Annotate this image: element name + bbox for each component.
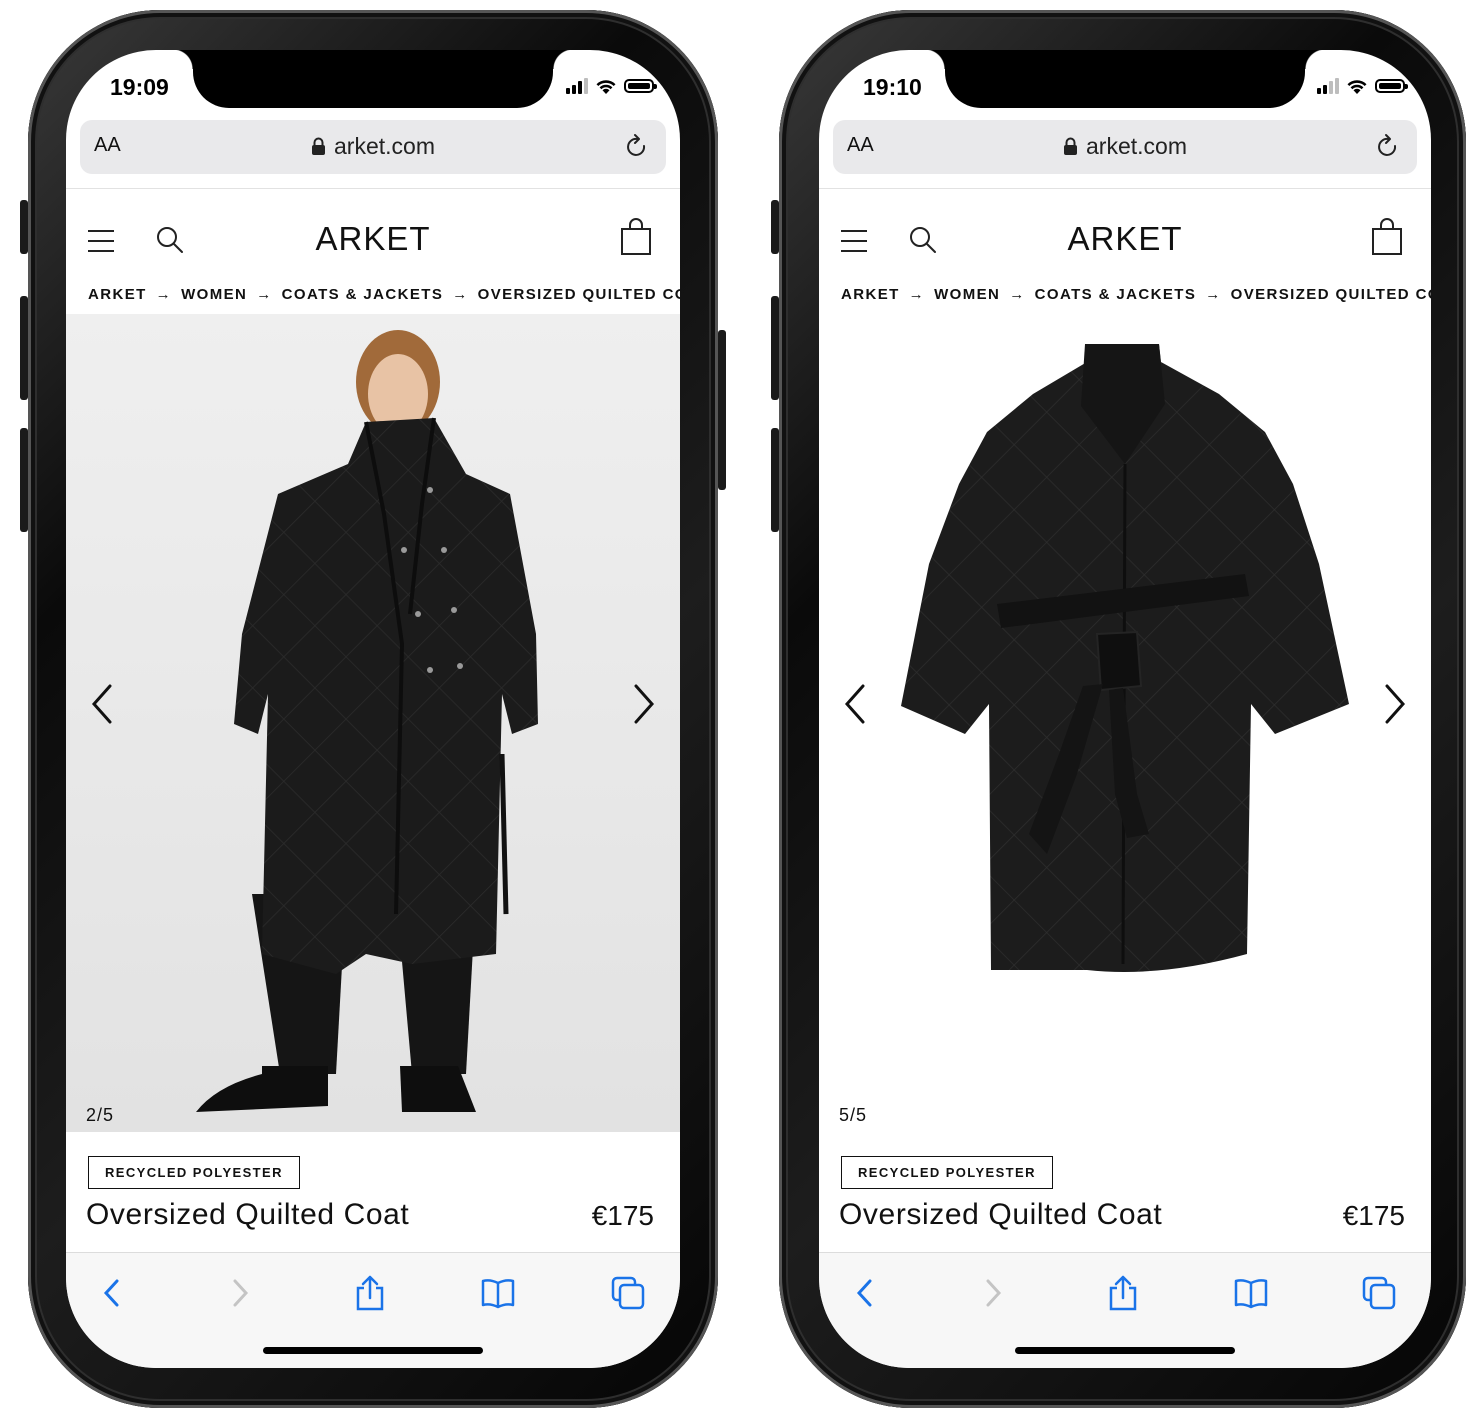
breadcrumb-separator: → (452, 286, 469, 303)
lock-icon (1064, 137, 1077, 155)
screen: 19:10 AA arket.com ARKET ARKET → WOMEN →… (819, 50, 1431, 1368)
product-image (66, 314, 680, 1132)
breadcrumb-separator: → (155, 286, 173, 303)
battery-icon (1375, 79, 1408, 93)
breadcrumb-women[interactable]: WOMEN (934, 286, 1000, 303)
lock-icon (312, 137, 325, 155)
breadcrumb-arket[interactable]: ARKET (841, 286, 900, 303)
share-icon[interactable] (350, 1273, 390, 1313)
signal-icon (1317, 78, 1339, 94)
address-bar[interactable]: AA arket.com (80, 120, 666, 174)
material-tag: RECYCLED POLYESTER (841, 1156, 1053, 1189)
chevron-right-icon[interactable] (624, 674, 664, 734)
site-header: ARKET (819, 198, 1431, 278)
product-price: €175 (591, 1200, 654, 1231)
status-icons (1317, 74, 1408, 98)
bookmarks-icon[interactable] (478, 1273, 518, 1313)
address-bar[interactable]: AA arket.com (833, 120, 1417, 174)
breadcrumb-coats-jackets[interactable]: COATS & JACKETS (1035, 286, 1197, 303)
share-icon[interactable] (1103, 1273, 1143, 1313)
url-text: arket.com (1086, 133, 1187, 159)
bookmarks-icon[interactable] (1231, 1273, 1271, 1313)
battery-icon (624, 79, 657, 93)
product-title: Oversized Quilted Coat (86, 1198, 410, 1231)
power-button (718, 330, 726, 490)
url-field[interactable]: arket.com (80, 133, 666, 160)
home-indicator[interactable] (1015, 1347, 1235, 1354)
material-tag: RECYCLED POLYESTER (88, 1156, 300, 1189)
tabs-icon[interactable] (1359, 1273, 1399, 1313)
gallery-counter: 5/5 (839, 1105, 868, 1125)
breadcrumb: ARKET → WOMEN → COATS & JACKETS → OVERSIZED QU… (88, 286, 680, 303)
breadcrumb-separator: → (1205, 286, 1222, 303)
site-logo[interactable]: ARKET (819, 220, 1431, 258)
phone-right: 19:10 AA arket.com ARKET ARKET → WOMEN →… (771, 10, 1466, 1408)
back-icon[interactable] (92, 1273, 132, 1313)
mute-switch (20, 200, 28, 254)
product-title: Oversized Quilted Coat (839, 1198, 1163, 1231)
product-gallery[interactable]: 2/5 (66, 314, 680, 1132)
status-icons (566, 74, 657, 98)
breadcrumb-women[interactable]: WOMEN (181, 286, 247, 303)
tabs-icon[interactable] (608, 1273, 648, 1313)
phone-left: 19:09 AA arket.com ARKET ARKET → WOMEN →… (20, 10, 726, 1408)
notch (173, 50, 573, 108)
back-icon[interactable] (845, 1273, 885, 1313)
site-header: ARKET (66, 198, 680, 278)
breadcrumb-current: OVERSIZED QUILTED CO (1230, 286, 1431, 303)
signal-icon (566, 78, 588, 94)
volume-up-button (20, 296, 28, 400)
status-time: 19:10 (863, 74, 922, 100)
reload-icon[interactable] (1375, 133, 1401, 161)
breadcrumb-separator: → (256, 286, 273, 303)
breadcrumb-coats-jackets[interactable]: COATS & JACKETS (282, 286, 444, 303)
breadcrumb-arket[interactable]: ARKET (88, 286, 147, 303)
divider (66, 188, 680, 189)
forward-icon[interactable] (220, 1273, 260, 1313)
mute-switch (771, 200, 779, 254)
chevron-right-icon[interactable] (1375, 674, 1415, 734)
breadcrumb-separator: → (908, 286, 926, 303)
volume-down-button (20, 428, 28, 532)
forward-icon[interactable] (973, 1273, 1013, 1313)
reload-icon[interactable] (624, 133, 650, 161)
notch (925, 50, 1325, 108)
chevron-left-icon[interactable] (835, 674, 875, 734)
status-time: 19:09 (110, 74, 169, 100)
product-gallery[interactable]: 5/5 (819, 314, 1431, 1132)
url-field[interactable]: arket.com (833, 133, 1417, 160)
url-text: arket.com (334, 133, 435, 159)
breadcrumb-separator: → (1009, 286, 1026, 303)
wifi-icon (596, 79, 616, 94)
bag-icon[interactable] (1371, 218, 1403, 256)
breadcrumb: ARKET → WOMEN → COATS & JACKETS → OVERSIZED QU… (841, 286, 1431, 303)
product-image (901, 344, 1349, 972)
product-price: €175 (1342, 1200, 1405, 1231)
chevron-left-icon[interactable] (82, 674, 122, 734)
bag-icon[interactable] (620, 218, 652, 256)
site-logo[interactable]: ARKET (66, 220, 680, 258)
breadcrumb-current: OVERSIZED QUILTED CO (477, 286, 680, 303)
divider (819, 188, 1431, 189)
volume-down-button (771, 428, 779, 532)
home-indicator[interactable] (263, 1347, 483, 1354)
gallery-counter: 2/5 (86, 1105, 115, 1125)
wifi-icon (1347, 79, 1367, 94)
screen: 19:09 AA arket.com ARKET ARKET → WOMEN →… (66, 50, 680, 1368)
volume-up-button (771, 296, 779, 400)
